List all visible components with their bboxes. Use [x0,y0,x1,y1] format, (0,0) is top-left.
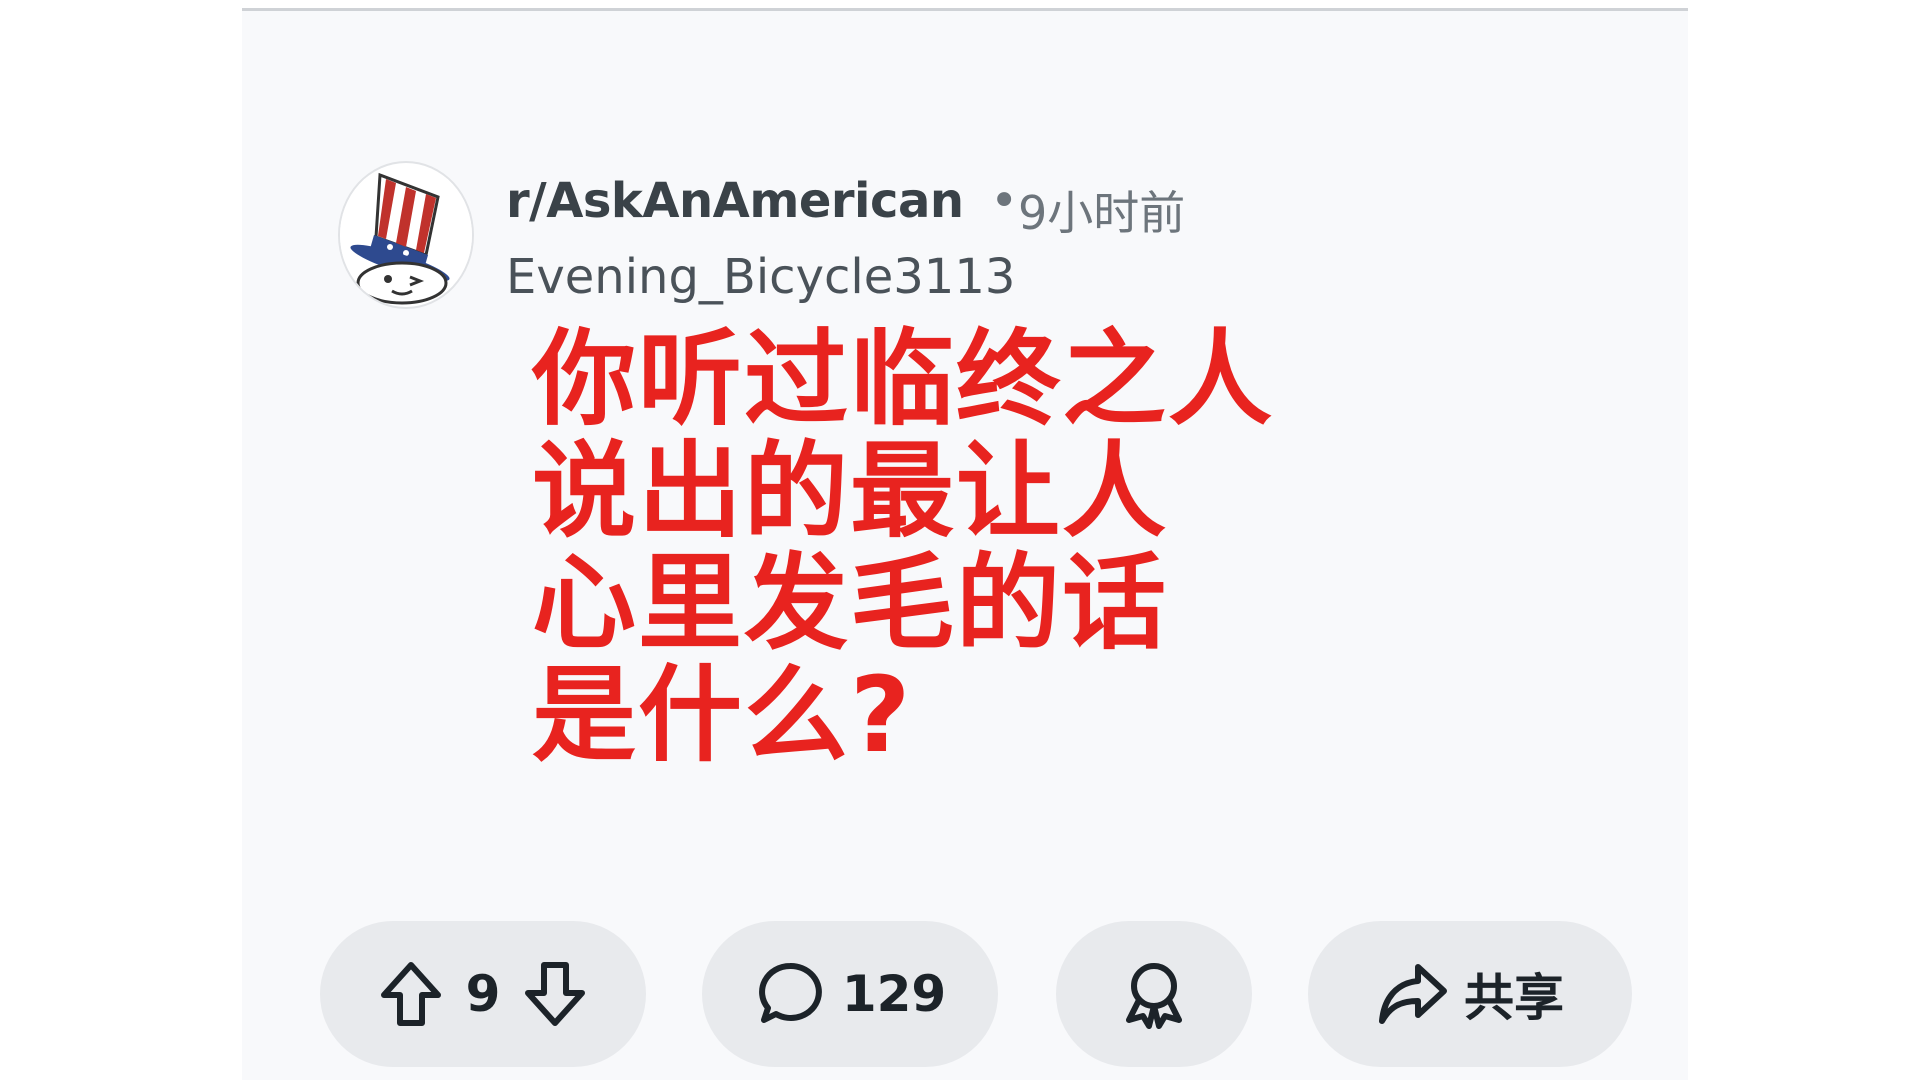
page: r/AskAnAmerican • 9小时前 Evening_Bicycle31… [0,0,1920,1080]
vote-bar: 9 [320,921,646,1067]
post-title[interactable]: 你听过临终之人 说出的最让人 心里发毛的话 是什么? [532,323,1472,771]
comment-count: 129 [841,965,947,1023]
post-title-line: 是什么? [532,654,913,776]
comment-bubble-icon [754,958,826,1030]
upvote-arrow-icon[interactable] [378,959,444,1029]
subreddit-avatar[interactable] [338,161,474,309]
post-card[interactable]: r/AskAnAmerican • 9小时前 Evening_Bicycle31… [242,8,1688,1080]
vote-count: 9 [465,965,501,1023]
share-label: 共享 [1464,969,1564,1027]
post-title-line: 你听过临终之人 [532,318,1275,440]
post-time: 9小时前 [1018,186,1186,240]
share-arrow-icon [1376,961,1450,1027]
post-title-line: 心里发毛的话 [532,542,1169,664]
post-title-line: 说出的最让人 [532,430,1169,552]
post-author[interactable]: Evening_Bicycle3113 [506,249,1015,305]
award-button[interactable] [1056,921,1252,1067]
comments-button[interactable]: 129 [702,921,998,1067]
uncle-sam-hat-snoo-icon [340,165,472,305]
share-button[interactable]: 共享 [1308,921,1632,1067]
award-ribbon-icon [1119,958,1189,1030]
downvote-arrow-icon[interactable] [522,959,588,1029]
subreddit-name[interactable]: r/AskAnAmerican [506,173,964,229]
meta-separator: • [990,173,1019,229]
